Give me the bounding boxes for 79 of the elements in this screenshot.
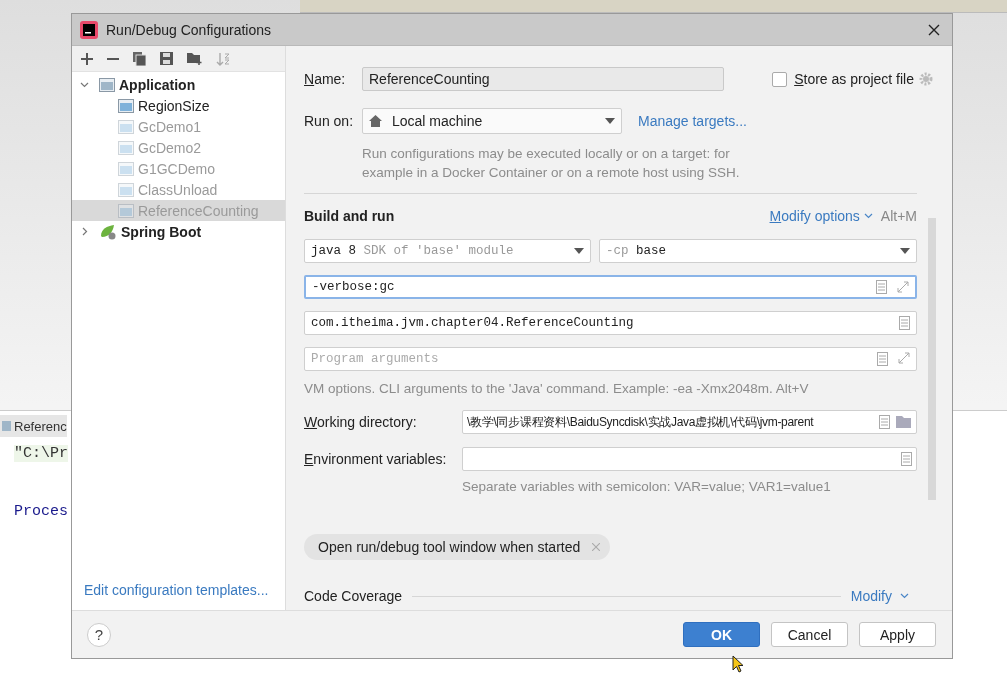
- application-icon: [118, 182, 134, 197]
- tree-label: Spring Boot: [121, 223, 202, 240]
- tree-label: ClassUnload: [138, 181, 218, 198]
- expand-icon[interactable]: [898, 352, 910, 364]
- console-tab[interactable]: Referenc: [0, 415, 67, 437]
- caret-icon: [900, 248, 910, 254]
- document-icon: [879, 415, 890, 429]
- working-directory-field[interactable]: \教学\同步课程资料\BaiduSyncdisk\实战Java虚拟机\代码\jvm-parent: [462, 410, 917, 434]
- sort-icon[interactable]: [216, 51, 230, 66]
- manage-targets-link[interactable]: Manage targets...: [638, 113, 747, 129]
- console-line: Proces: [14, 503, 68, 520]
- name-label: Name:: [304, 71, 347, 87]
- window-title: Run/Debug Configurations: [106, 21, 271, 38]
- dialog-button[interactable]: Apply: [859, 622, 936, 647]
- application-icon: [118, 119, 134, 134]
- option-chip[interactable]: Open run/debug tool window when started: [304, 534, 611, 560]
- document-icon: [899, 316, 910, 330]
- expand-icon[interactable]: [897, 281, 909, 293]
- name-field[interactable]: ReferenceCounting: [362, 67, 724, 91]
- dialog-button[interactable]: OK: [683, 622, 760, 647]
- working-directory-label: Working directory:: [304, 414, 418, 430]
- application-icon: [118, 161, 134, 176]
- tree-label: GcDemo1: [138, 118, 202, 135]
- program-arguments-field[interactable]: Program arguments: [304, 347, 917, 371]
- vm-options-field[interactable]: -verbose:gc: [304, 275, 917, 299]
- store-label: Store as project file: [794, 71, 914, 87]
- caret-icon: [574, 248, 584, 254]
- store-checkbox[interactable]: [772, 71, 788, 87]
- folder-add-icon[interactable]: [187, 52, 202, 65]
- modify-options-link[interactable]: Modify options: [769, 208, 860, 224]
- application-icon: [118, 140, 134, 155]
- section-title: Build and run: [304, 208, 395, 224]
- tree-item[interactable]: RegionSize: [72, 95, 285, 116]
- application-icon: [118, 203, 134, 218]
- folder-icon[interactable]: [896, 416, 912, 428]
- environment-hint: Separate variables with semicolon: VAR=value; VAR1=value1: [462, 478, 832, 496]
- classpath-dropdown[interactable]: -cp base: [599, 239, 917, 263]
- tree-item[interactable]: Application: [72, 74, 285, 95]
- run-on-label: Run on:: [304, 113, 355, 129]
- tree-label: RegionSize: [138, 97, 210, 114]
- environment-variables-field[interactable]: [462, 447, 917, 471]
- tree-label: G1GCDemo: [138, 160, 216, 177]
- collapse-icon[interactable]: [80, 80, 89, 89]
- remove-chip-icon[interactable]: [592, 543, 601, 551]
- document-icon: [877, 352, 888, 366]
- document-icon: [876, 280, 887, 294]
- modify-link[interactable]: Modify: [850, 588, 892, 604]
- close-icon[interactable]: [928, 23, 940, 36]
- tree-label: GcDemo2: [138, 139, 202, 156]
- document-icon: [901, 452, 912, 466]
- environment-variables-label: Environment variables:: [304, 451, 448, 467]
- edit-templates-link[interactable]: Edit configuration templates...: [72, 582, 285, 610]
- chevron-down-icon[interactable]: [900, 593, 909, 599]
- main-class-field[interactable]: com.itheima.jvm.chapter04.ReferenceCounting: [304, 311, 917, 335]
- settings-icon[interactable]: [919, 72, 933, 86]
- code-coverage-title: Code Coverage: [304, 588, 403, 604]
- caret-icon: [605, 118, 615, 124]
- add-icon[interactable]: [81, 52, 93, 65]
- spring-leaf-icon: [99, 223, 117, 240]
- copy-icon[interactable]: [133, 51, 146, 66]
- save-icon[interactable]: [160, 52, 173, 65]
- run-on-dropdown[interactable]: Local machine: [362, 108, 622, 134]
- application-icon: [99, 77, 115, 92]
- mouse-cursor-icon: [732, 655, 744, 673]
- chevron-down-icon[interactable]: [863, 213, 873, 219]
- tree-item[interactable]: Spring Boot: [72, 221, 285, 242]
- dialog-button[interactable]: Cancel: [771, 622, 848, 647]
- expand-icon[interactable]: [80, 227, 89, 236]
- tree-label: Application: [119, 76, 196, 93]
- scrollbar-thumb[interactable]: [928, 218, 936, 500]
- vm-options-hint: VM options. CLI arguments to the 'Java' command. Example: -ea -Xmx2048m. Alt+V: [304, 380, 810, 398]
- tree-label: ReferenceCounting: [138, 202, 259, 219]
- help-button[interactable]: ?: [87, 622, 111, 647]
- home-icon: [369, 115, 382, 127]
- shortcut-hint: Alt+M: [880, 208, 917, 224]
- run-on-hint: Run configurations may be executed locally or on a target: for example in a Docker Container or on a remote host using SSH.: [362, 145, 741, 182]
- sdk-dropdown[interactable]: java 8 SDK of 'base' module: [304, 239, 591, 263]
- application-icon: [118, 98, 134, 113]
- app-logo-icon: [80, 20, 98, 39]
